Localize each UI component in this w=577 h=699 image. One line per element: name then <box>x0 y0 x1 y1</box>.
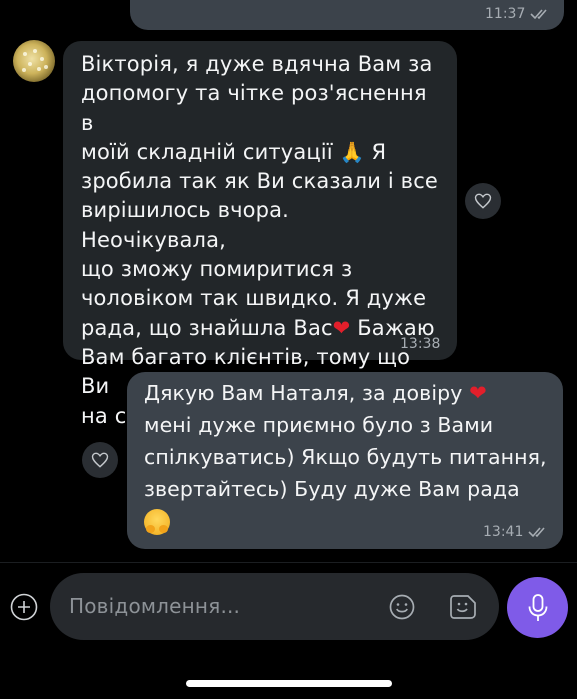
message-line: вирішилось вчора. Неочікувала, <box>81 198 289 252</box>
home-indicator[interactable] <box>186 680 392 687</box>
voice-record-button[interactable] <box>507 577 568 638</box>
message-line: мені дуже приємно було з Вами <box>144 413 494 437</box>
react-button[interactable] <box>82 442 118 478</box>
plus-circle-icon[interactable] <box>9 592 39 622</box>
outgoing-message-bubble[interactable]: Дякую Вам Наталя, за довіру ❤ мені дуже … <box>127 372 563 549</box>
previous-message-bubble[interactable]: 11:37 <box>130 0 564 30</box>
double-check-icon <box>530 9 547 20</box>
red-heart-emoji: ❤ <box>469 381 487 405</box>
heart-outline-icon <box>474 193 492 209</box>
double-check-icon <box>528 527 545 538</box>
message-meta: 11:37 <box>485 6 552 22</box>
praying-hands-emoji: 🙏 <box>339 139 365 164</box>
message-time: 11:37 <box>485 6 526 22</box>
message-input[interactable]: Повідомлення... <box>50 573 499 640</box>
message-line: рада, що знайшла Вас <box>81 315 333 340</box>
red-heart-emoji: ❤ <box>332 315 351 340</box>
composer-divider <box>0 562 577 563</box>
contact-avatar[interactable] <box>13 40 55 82</box>
message-time: 13:41 <box>483 524 524 540</box>
outgoing-message-text: Дякую Вам Наталя, за довіру ❤ мені дуже … <box>144 377 547 537</box>
message-placeholder: Повідомлення... <box>69 594 241 618</box>
incoming-message-bubble[interactable]: Вікторія, я дуже вдячна Вам за допомогу … <box>63 41 457 428</box>
react-button[interactable] <box>465 183 501 219</box>
message-line: чоловіком так швидко. Я дуже <box>81 286 427 311</box>
message-line: Я <box>364 139 387 164</box>
message-line: Дякую Вам Наталя, за довіру <box>144 381 470 405</box>
message-meta: 13:41 <box>483 524 550 540</box>
message-line: зробила так як Ви сказали і все <box>81 169 438 194</box>
message-line: моїй складній ситуації <box>81 139 340 164</box>
message-line: Вікторія, я дуже вдячна Вам за <box>81 52 433 76</box>
message-line: звертайтесь) Буду дуже Вам рада <box>144 477 520 501</box>
message-time: 13:38 <box>400 336 441 352</box>
heart-outline-icon <box>91 452 109 468</box>
sticker-icon[interactable] <box>448 593 478 621</box>
hugging-face-emoji <box>144 509 170 535</box>
message-meta: 13:38 <box>400 336 440 352</box>
message-line: що зможу помиритися з <box>81 257 353 282</box>
smiley-icon[interactable] <box>388 593 416 621</box>
message-line: допомогу та чітке роз'яснення в <box>81 81 427 135</box>
message-line: спілкуватись) Якщо будуть питання, <box>144 445 547 469</box>
microphone-icon <box>528 593 547 621</box>
